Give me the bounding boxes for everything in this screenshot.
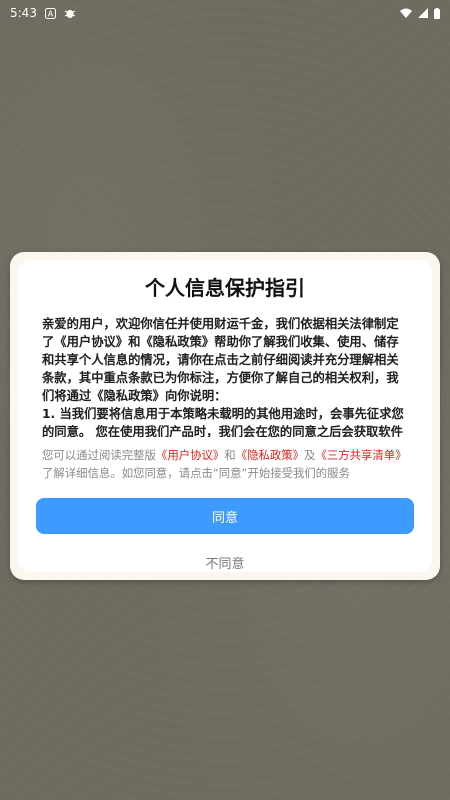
agreement-and: 和: [224, 448, 236, 462]
privacy-dialog-card: 个人信息保护指引 亲爱的用户，欢迎你信任并使用财运千金，我们依据相关法律制定了《…: [18, 260, 432, 572]
status-right: [400, 7, 440, 19]
svg-text:A: A: [48, 9, 54, 18]
cellular-signal-icon: [418, 8, 428, 18]
third-party-list-link[interactable]: 《三方共享清单》: [315, 448, 406, 462]
policy-text: 亲爱的用户，欢迎你信任并使用财运千金，我们依据相关法律制定了《用户协议》和《隐私…: [42, 317, 404, 437]
agreement-notice: 您可以通过阅读完整版《用户协议》和《隐私政策》及《三方共享清单》了解详细信息。如…: [42, 446, 414, 482]
disagree-button[interactable]: 不同意: [18, 550, 432, 574]
agree-button[interactable]: 同意: [36, 498, 414, 534]
policy-scroll-area[interactable]: 亲爱的用户，欢迎你信任并使用财运千金，我们依据相关法律制定了《用户协议》和《隐私…: [42, 315, 408, 437]
notification-a-icon: A: [44, 7, 56, 19]
wifi-icon: [400, 8, 412, 18]
agreement-prefix: 您可以通过阅读完整版: [42, 448, 156, 462]
status-left: 5:43 A: [10, 6, 76, 20]
privacy-policy-link[interactable]: 《隐私政策》: [236, 448, 304, 462]
agreement-suffix: 了解详细信息。如您同意，请点击“同意”开始接受我们的服务: [42, 466, 350, 480]
status-time: 5:43: [10, 6, 37, 20]
agreement-and2: 及: [304, 448, 316, 462]
status-bar: 5:43 A: [0, 0, 450, 26]
battery-icon: [434, 7, 440, 19]
privacy-dialog: 个人信息保护指引 亲爱的用户，欢迎你信任并使用财运千金，我们依据相关法律制定了《…: [10, 252, 440, 580]
notification-bug-icon: [64, 7, 76, 19]
dialog-title: 个人信息保护指引: [145, 276, 305, 300]
user-agreement-link[interactable]: 《用户协议》: [156, 448, 224, 462]
